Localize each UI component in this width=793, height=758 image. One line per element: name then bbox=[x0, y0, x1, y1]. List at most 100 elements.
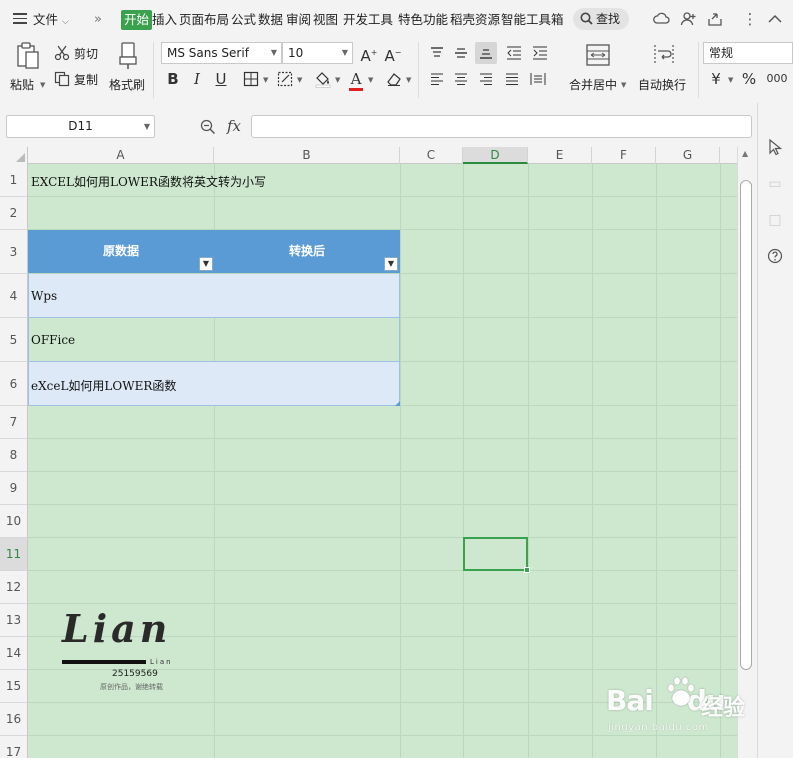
cell-a1-title[interactable]: EXCEL如何用LOWER函数将英文转为小写 bbox=[31, 173, 266, 190]
wrap-text-button[interactable]: 自动换行 bbox=[636, 42, 692, 94]
fx-icon[interactable]: fx bbox=[227, 117, 241, 135]
number-format-select[interactable]: 常规 bbox=[703, 42, 793, 64]
column-header-b[interactable]: B bbox=[214, 147, 400, 164]
align-center-icon[interactable] bbox=[450, 68, 472, 90]
tab-data[interactable]: 数据 bbox=[258, 10, 283, 30]
justify-icon[interactable] bbox=[501, 68, 523, 90]
help-icon[interactable] bbox=[765, 246, 785, 266]
distributed-align-icon[interactable] bbox=[527, 68, 549, 90]
underline-icon[interactable]: U bbox=[210, 68, 232, 90]
currency-format-button[interactable]: ¥ bbox=[705, 68, 727, 90]
row-header-6[interactable]: 6 bbox=[0, 362, 28, 406]
tab-insert[interactable]: 插入 bbox=[152, 10, 177, 30]
table-header-converted[interactable]: 转换后 bbox=[214, 230, 400, 273]
font-color-dropdown-icon[interactable]: ▼ bbox=[368, 76, 373, 84]
tab-special-features[interactable]: 特色功能 bbox=[398, 10, 448, 30]
row-header-1[interactable]: 1 bbox=[0, 164, 28, 197]
row-header-16[interactable]: 16 bbox=[0, 703, 28, 736]
hamburger-menu-icon[interactable] bbox=[13, 13, 27, 24]
scrollbar-thumb[interactable] bbox=[740, 180, 752, 670]
scroll-up-icon[interactable]: ▲ bbox=[742, 149, 748, 158]
tab-page-layout[interactable]: 页面布局 bbox=[179, 10, 229, 30]
cloud-sync-icon[interactable] bbox=[653, 10, 671, 28]
row-header-10[interactable]: 10 bbox=[0, 505, 28, 538]
row-header-7[interactable]: 7 bbox=[0, 406, 28, 439]
merge-center-button[interactable]: 合并居中 ▼ bbox=[566, 42, 630, 94]
font-color-icon[interactable]: A bbox=[345, 68, 367, 91]
align-bottom-icon[interactable] bbox=[475, 42, 497, 64]
cell-style-dropdown-icon[interactable]: ▼ bbox=[297, 76, 302, 84]
row-header-5[interactable]: 5 bbox=[0, 318, 28, 362]
formula-input[interactable] bbox=[251, 115, 752, 138]
paste-button[interactable]: 粘贴 ▼ bbox=[8, 42, 46, 94]
column-header-g[interactable]: G bbox=[656, 147, 720, 164]
zoom-formula-icon[interactable] bbox=[200, 119, 216, 135]
row-header-14[interactable]: 14 bbox=[0, 637, 28, 670]
more-tabs-icon[interactable]: » bbox=[94, 10, 102, 30]
font-name-select[interactable]: MS Sans Serif ▼ bbox=[161, 42, 282, 64]
font-size-select[interactable]: 10 ▼ bbox=[282, 42, 353, 64]
select-pointer-icon[interactable] bbox=[765, 137, 785, 157]
align-middle-icon[interactable] bbox=[450, 42, 472, 64]
fill-color-dropdown-icon[interactable]: ▼ bbox=[335, 76, 340, 84]
fill-color-icon[interactable] bbox=[312, 68, 334, 90]
copy-button[interactable]: 复制 bbox=[54, 70, 104, 88]
file-menu[interactable]: 文件 ⌵ bbox=[33, 10, 69, 30]
tab-formulas[interactable]: 公式 bbox=[231, 10, 256, 30]
fill-handle[interactable] bbox=[524, 567, 530, 573]
format-painter-button[interactable]: 格式刷 bbox=[108, 42, 148, 94]
column-header-d[interactable]: D bbox=[463, 147, 528, 164]
italic-icon[interactable]: I bbox=[186, 68, 208, 90]
row-header-8[interactable]: 8 bbox=[0, 439, 28, 472]
row-header-15[interactable]: 15 bbox=[0, 670, 28, 703]
row-header-13[interactable]: 13 bbox=[0, 604, 28, 637]
row-header-3[interactable]: 3 bbox=[0, 230, 28, 274]
row-header-4[interactable]: 4 bbox=[0, 274, 28, 318]
decrease-font-size-icon[interactable]: A− bbox=[382, 42, 404, 65]
currency-dropdown-icon[interactable]: ▼ bbox=[728, 76, 733, 84]
row-header-9[interactable]: 9 bbox=[0, 472, 28, 505]
thousands-format-button[interactable]: 000 bbox=[763, 68, 791, 90]
table-header-original[interactable]: 原数据 bbox=[28, 230, 214, 273]
increase-font-size-icon[interactable]: A+ bbox=[358, 42, 380, 65]
clear-format-dropdown-icon[interactable]: ▼ bbox=[406, 76, 411, 84]
bold-icon[interactable]: B bbox=[162, 68, 184, 90]
cell-a5[interactable]: OFFice bbox=[31, 333, 75, 347]
tab-review[interactable]: 审阅 bbox=[286, 10, 311, 30]
cut-button[interactable]: 剪切 bbox=[54, 44, 104, 62]
select-all-corner[interactable] bbox=[0, 147, 28, 164]
share-icon[interactable] bbox=[706, 10, 724, 28]
column-header-a[interactable]: A bbox=[28, 147, 214, 164]
tab-developer[interactable]: 开发工具 bbox=[343, 10, 393, 30]
align-left-icon[interactable] bbox=[426, 68, 448, 90]
row-header-2[interactable]: 2 bbox=[0, 197, 28, 230]
align-top-icon[interactable] bbox=[426, 42, 448, 64]
percent-format-button[interactable]: % bbox=[738, 68, 760, 90]
tab-view[interactable]: 视图 bbox=[313, 10, 338, 30]
row-header-17[interactable]: 17 bbox=[0, 736, 28, 758]
increase-indent-icon[interactable] bbox=[529, 42, 551, 64]
borders-icon[interactable] bbox=[240, 68, 262, 90]
tab-smart-toolbox[interactable]: 智能工具箱 bbox=[501, 10, 564, 30]
selected-cell-d11[interactable] bbox=[463, 537, 528, 571]
search-button[interactable]: 查找 bbox=[573, 8, 629, 30]
tab-home[interactable]: 开始 bbox=[121, 10, 153, 30]
filter-dropdown-icon[interactable]: ▼ bbox=[384, 257, 398, 271]
column-header-c[interactable]: C bbox=[400, 147, 463, 164]
filter-dropdown-icon[interactable]: ▼ bbox=[199, 257, 213, 271]
cell-style-icon[interactable] bbox=[274, 68, 296, 90]
collaborate-icon[interactable] bbox=[679, 10, 697, 28]
row-header-11[interactable]: 11 bbox=[0, 538, 28, 571]
borders-dropdown-icon[interactable]: ▼ bbox=[263, 76, 268, 84]
column-header-f[interactable]: F bbox=[592, 147, 656, 164]
more-options-icon[interactable]: ⋮ bbox=[741, 10, 759, 28]
tab-docer-resources[interactable]: 稻壳资源 bbox=[450, 10, 500, 30]
align-right-icon[interactable] bbox=[475, 68, 497, 90]
decrease-indent-icon[interactable] bbox=[503, 42, 525, 64]
cell-a4[interactable]: Wps bbox=[31, 289, 57, 303]
collapse-ribbon-icon[interactable] bbox=[766, 10, 784, 28]
clear-format-icon[interactable] bbox=[383, 68, 405, 90]
table-resize-handle[interactable] bbox=[395, 401, 400, 406]
cell-a6[interactable]: eXceL如何用LOWER函数 bbox=[31, 377, 176, 394]
column-header-e[interactable]: E bbox=[528, 147, 592, 164]
